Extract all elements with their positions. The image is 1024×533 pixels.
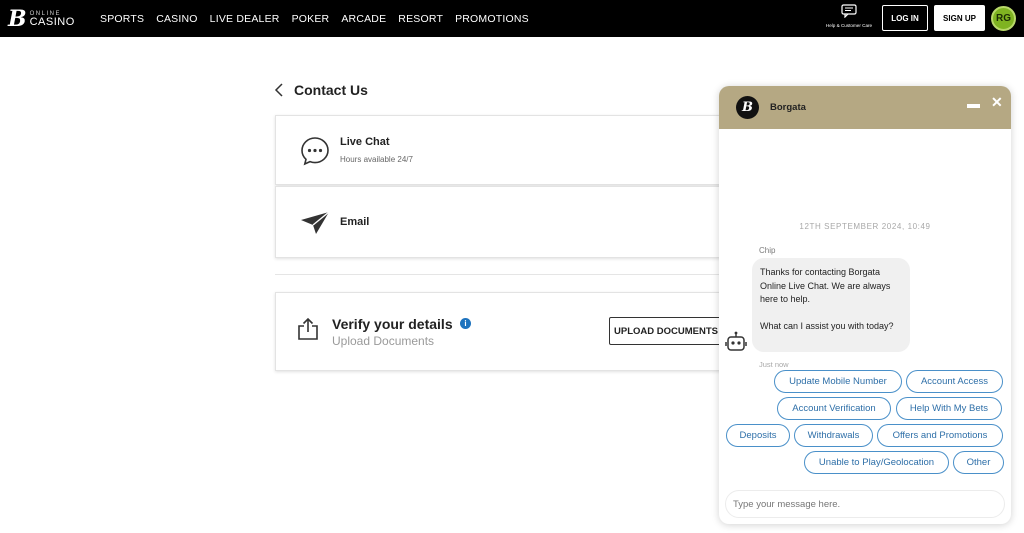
minimize-icon[interactable] bbox=[967, 104, 980, 108]
agent-name: Chip bbox=[759, 246, 776, 255]
top-nav-bar: B ONLINE CASINO SPORTS CASINO LIVE DEALE… bbox=[0, 0, 1024, 37]
nav-promotions[interactable]: PROMOTIONS bbox=[455, 13, 529, 25]
responsible-gaming-badge[interactable]: RG bbox=[991, 6, 1016, 31]
borgata-b-icon: B bbox=[8, 6, 27, 32]
verify-title: Verify your details bbox=[332, 316, 453, 332]
quick-reply-other[interactable]: Other bbox=[953, 451, 1004, 474]
logo-casino-text: CASINO bbox=[29, 15, 75, 28]
quick-reply-account-verification[interactable]: Account Verification bbox=[777, 397, 891, 420]
nav-live-dealer[interactable]: LIVE DEALER bbox=[210, 13, 280, 25]
chat-date: 12TH SEPTEMBER 2024, 10:49 bbox=[799, 222, 931, 231]
agent-message-bubble: Thanks for contacting Borgata Online Liv… bbox=[752, 258, 910, 352]
chat-message-input[interactable]: Type your message here. bbox=[725, 490, 1005, 518]
quick-reply-update-mobile[interactable]: Update Mobile Number bbox=[774, 370, 902, 393]
close-icon[interactable]: ✕ bbox=[991, 94, 1003, 111]
paper-plane-icon bbox=[301, 211, 330, 234]
quick-reply-offers-promotions[interactable]: Offers and Promotions bbox=[877, 424, 1003, 447]
help-customer-care[interactable]: Help & Customer Care bbox=[818, 4, 880, 34]
chat-brand-name: Borgata bbox=[770, 102, 806, 113]
live-chat-hours: Hours available 24/7 bbox=[340, 155, 413, 164]
verify-subtitle: Upload Documents bbox=[332, 334, 435, 348]
quick-reply-help-with-bets[interactable]: Help With My Bets bbox=[896, 397, 1002, 420]
back-arrow-icon[interactable] bbox=[273, 82, 285, 98]
info-icon[interactable]: i bbox=[460, 318, 471, 329]
page-title: Contact Us bbox=[294, 82, 368, 98]
nav-casino[interactable]: CASINO bbox=[156, 13, 197, 25]
live-chat-icon bbox=[301, 137, 329, 166]
quick-reply-deposits[interactable]: Deposits bbox=[726, 424, 790, 447]
chat-bubble-icon bbox=[841, 4, 857, 18]
help-label: Help & Customer Care bbox=[825, 23, 873, 28]
email-title: Email bbox=[340, 216, 370, 228]
nav-poker[interactable]: POKER bbox=[292, 13, 330, 25]
quick-reply-withdrawals[interactable]: Withdrawals bbox=[794, 424, 873, 447]
borgata-logo[interactable]: B ONLINE CASINO bbox=[8, 6, 75, 32]
upload-documents-button[interactable]: UPLOAD DOCUMENTS bbox=[609, 317, 723, 345]
message-time: Just now bbox=[759, 360, 789, 369]
message-line-1: Thanks for contacting Borgata Online Liv… bbox=[760, 267, 891, 305]
nav-resort[interactable]: RESORT bbox=[398, 13, 443, 25]
main-nav: SPORTS CASINO LIVE DEALER POKER ARCADE R… bbox=[100, 0, 541, 37]
robot-icon bbox=[725, 331, 747, 351]
live-chat-title: Live Chat bbox=[340, 136, 390, 148]
upload-icon bbox=[298, 317, 318, 340]
message-line-2: What can I assist you with today? bbox=[760, 321, 894, 332]
live-chat-card[interactable] bbox=[275, 115, 725, 185]
signup-button[interactable]: SIGN UP bbox=[934, 5, 985, 31]
nav-sports[interactable]: SPORTS bbox=[100, 13, 144, 25]
login-button[interactable]: LOG IN bbox=[882, 5, 928, 31]
section-divider bbox=[275, 274, 725, 275]
nav-arcade[interactable]: ARCADE bbox=[341, 13, 386, 25]
quick-reply-unable-to-play[interactable]: Unable to Play/Geolocation bbox=[804, 451, 949, 474]
chat-header: B Borgata ✕ bbox=[719, 86, 1011, 129]
borgata-avatar-icon: B bbox=[736, 96, 759, 119]
chat-widget: B Borgata ✕ 12TH SEPTEMBER 2024, 10:49 C… bbox=[719, 86, 1011, 524]
quick-reply-account-access[interactable]: Account Access bbox=[906, 370, 1003, 393]
